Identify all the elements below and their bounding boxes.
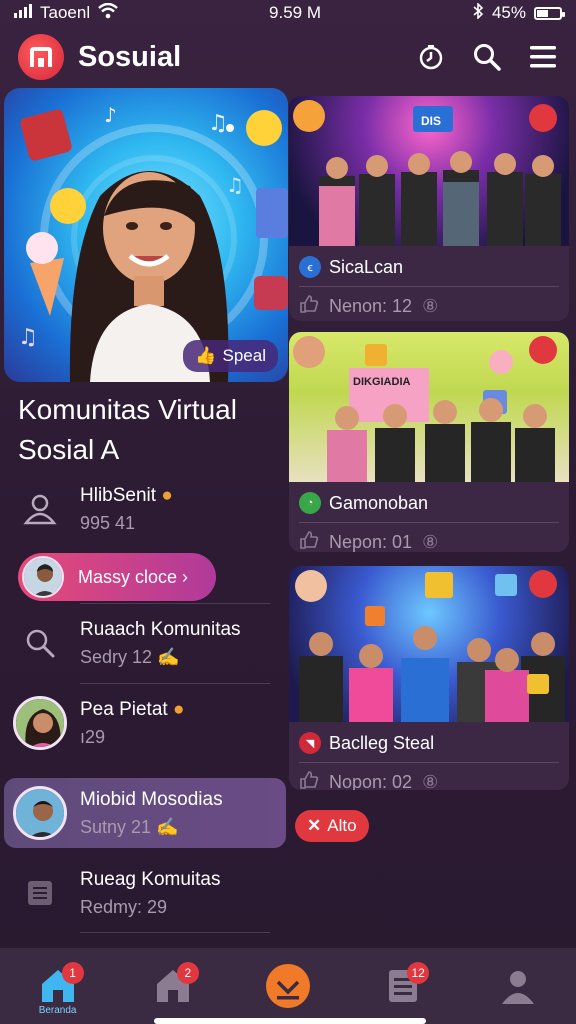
- nav-center-action[interactable]: [258, 956, 318, 1016]
- battery-icon: [534, 6, 565, 20]
- app-logo-icon[interactable]: [18, 34, 64, 80]
- list-item-subtitle: Sutny 21: [80, 816, 152, 837]
- card-avatar-icon: ◥: [299, 732, 321, 754]
- thumbs-up-icon[interactable]: [299, 530, 319, 553]
- avatar: [13, 696, 67, 750]
- avatar: [13, 786, 67, 840]
- list-item[interactable]: Rueag Komuitas Redmy: 29: [0, 858, 288, 928]
- svg-text:♪: ♪: [104, 103, 117, 127]
- nav-label: Beranda: [38, 1005, 77, 1016]
- list-item-selected[interactable]: Miobid Mosodias Sutny 21 ✍: [0, 778, 288, 848]
- feed-card[interactable]: ◥ Baclleg Steal Nopon: 02 ⑧: [289, 566, 569, 790]
- profile-icon: [502, 971, 535, 1004]
- messy-pill-label: Massy cloce ›: [78, 566, 189, 587]
- nav-documents[interactable]: 12: [373, 956, 433, 1016]
- search-icon: [0, 628, 80, 658]
- divider: [80, 603, 270, 604]
- left-column: ♪ ♫ ♫ ♫ 👍 Speal Komunitas Virtual Sosial…: [0, 88, 288, 948]
- card-title: Baclleg Steal: [329, 732, 435, 753]
- battery-percent: 45%: [491, 3, 526, 22]
- nav-profile[interactable]: [488, 956, 548, 1016]
- card-banner: DIS: [421, 114, 442, 128]
- list-item-title: Miobid Mosodias: [80, 788, 223, 810]
- hero-badge[interactable]: 👍 Speal: [183, 340, 278, 372]
- messy-pill-button[interactable]: Massy cloce ›: [18, 553, 216, 601]
- card-title: Gamonoban: [329, 492, 429, 513]
- list-item-subtitle: Redmy: 29: [80, 896, 168, 917]
- feed-card[interactable]: DIS ꞓ SicaLcan Nenon: 12 ⑧: [289, 96, 569, 321]
- list-item-subtitle: 995 41: [80, 512, 136, 533]
- user-icon: [0, 492, 80, 526]
- app-title: Sosuial: [78, 40, 182, 73]
- list-item-subtitle: ı29: [80, 726, 106, 747]
- emoji-icon: ●: [172, 698, 185, 720]
- nav-community[interactable]: 2: [143, 956, 203, 1016]
- document-icon: [0, 878, 80, 908]
- list-item[interactable]: Pea Pietat ● ı29: [0, 688, 288, 758]
- home-indicator: [154, 1018, 426, 1024]
- card-image: DIKGIADIA: [289, 332, 569, 482]
- hero-badge-label: Speal: [222, 346, 266, 365]
- pin-icon: ✍: [156, 816, 179, 837]
- status-bar: Taoenl 9.59 M 45%: [0, 0, 576, 26]
- nav-home[interactable]: 1 Beranda: [28, 956, 88, 1016]
- card-avatar-icon: ꞓ: [299, 256, 321, 278]
- close-icon: ✕: [307, 816, 322, 835]
- svg-text:♫: ♫: [18, 325, 38, 350]
- community-title: Komunitas Virtual Sosial A: [18, 394, 237, 465]
- card-banner: DIKGIADIA: [353, 376, 411, 388]
- menu-icon[interactable]: [528, 42, 558, 72]
- notification-badge: 12: [407, 962, 430, 984]
- card-stat: Nenon: 12: [329, 295, 413, 316]
- alto-label: Alto: [327, 816, 357, 835]
- emoji-icon: ●: [161, 484, 173, 506]
- signal-icon: [14, 3, 32, 23]
- thumbs-up-icon: 👍: [195, 346, 217, 365]
- list-item-title: Rueag Komuitas: [80, 868, 221, 890]
- notification-badge: 1: [61, 962, 84, 984]
- bluetooth-icon: [472, 1, 484, 24]
- svg-text:♫: ♫: [208, 111, 228, 136]
- avatar: [22, 556, 64, 598]
- app-header: Sosuial: [0, 28, 576, 86]
- card-title: SicaLcan: [329, 256, 404, 277]
- card-image: DIS: [289, 96, 569, 246]
- card-stat: Nepon: 01: [329, 531, 413, 552]
- list-item-title: HlibSenit: [80, 484, 157, 506]
- divider: [80, 683, 270, 684]
- thumbs-up-icon[interactable]: [299, 770, 319, 791]
- divider: [80, 932, 270, 933]
- search-icon[interactable]: [472, 42, 502, 72]
- carrier-name: Taoenl: [40, 3, 91, 22]
- notification-badge: 2: [176, 962, 199, 984]
- info-icon: ⑧: [422, 771, 439, 791]
- card-image: [289, 566, 569, 722]
- alto-button[interactable]: ✕ Alto: [295, 810, 369, 842]
- timer-icon[interactable]: [416, 42, 446, 72]
- status-time: 9.59 M: [269, 3, 322, 22]
- list-item[interactable]: Ruaach Komunitas Sedry 12 ✍: [0, 608, 288, 678]
- hero-image[interactable]: ♪ ♫ ♫ ♫ 👍 Speal: [4, 88, 288, 382]
- info-icon: ⑧: [422, 295, 439, 316]
- info-icon: ⑧: [422, 531, 439, 552]
- list-item-title: Pea Pietat: [80, 698, 168, 720]
- bottom-nav: 1 Beranda 2 12: [0, 948, 576, 1024]
- download-icon: [265, 964, 310, 1008]
- thumbs-up-icon[interactable]: [299, 294, 319, 319]
- wifi-icon: [98, 2, 118, 24]
- card-avatar-icon: ◔: [299, 492, 321, 514]
- list-item-title: Ruaach Komunitas: [80, 618, 241, 640]
- list-item-subtitle: Sedry 12: [80, 646, 153, 667]
- feed-card[interactable]: DIKGIADIA ◔ Gamonoban Nepon: 01 ⑧: [289, 332, 569, 552]
- card-stat: Nopon: 02: [329, 771, 413, 791]
- pin-icon: ✍: [157, 646, 180, 667]
- list-item[interactable]: HlibSenit ● 995 41: [0, 474, 288, 544]
